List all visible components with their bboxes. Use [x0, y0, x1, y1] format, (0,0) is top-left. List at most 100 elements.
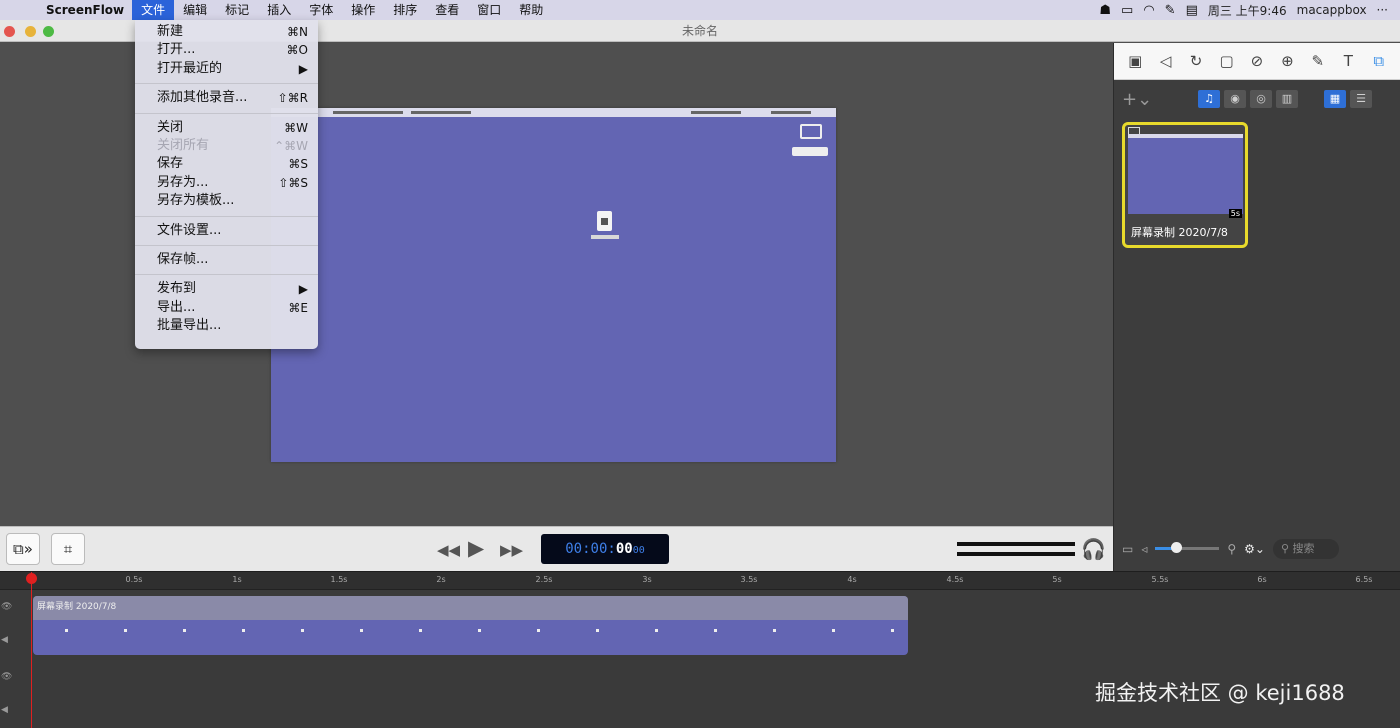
menu-window[interactable]: 窗口: [468, 0, 510, 20]
screen-icon[interactable]: ▭: [1122, 542, 1133, 556]
menu-item-publish[interactable]: 发布到 ▶: [135, 280, 318, 298]
inspector-panel: ▣ ◁ ↻ ▢ ⊘ ⊕ ✎ T ⧉ +⌄ ♫ ◉ ◎ ▥ ▦ ☰ 5s 屏幕录制…: [1113, 43, 1400, 526]
calendar-icon[interactable]: ▤: [1186, 3, 1198, 18]
media-library-icon[interactable]: ⧉: [1368, 52, 1390, 70]
add-media-button[interactable]: +⌄: [1122, 89, 1194, 110]
crop-button[interactable]: ⌗: [51, 533, 85, 565]
menu-item-save-frame[interactable]: 保存帧...: [135, 251, 318, 269]
tool-icon[interactable]: ✎: [1165, 3, 1176, 18]
clip-duration: 5s: [1228, 209, 1242, 218]
notification-filter-icon[interactable]: ♫: [1198, 90, 1220, 108]
menu-item-add-audio[interactable]: 添加其他录音... ⇧⌘R: [135, 89, 318, 107]
rewind-icon[interactable]: ◀◀: [437, 541, 460, 559]
cat-icon[interactable]: ☗: [1099, 3, 1111, 18]
clock[interactable]: 周三 上午9:46: [1208, 2, 1287, 19]
video-motion-icon[interactable]: ↻: [1185, 52, 1207, 70]
minimize-window-icon[interactable]: [25, 26, 36, 37]
close-window-icon[interactable]: [4, 26, 15, 37]
menu-item-open[interactable]: 打开... ⌘O: [135, 41, 318, 59]
submenu-arrow-icon: ▶: [298, 61, 308, 76]
preview-document-label: [591, 235, 619, 239]
wifi-icon[interactable]: ◠: [1143, 3, 1154, 18]
menu-mark[interactable]: 标记: [216, 0, 258, 20]
menu-item-export[interactable]: 导出... ⌘E: [135, 299, 318, 317]
gear-icon[interactable]: ⚙⌄: [1244, 542, 1265, 556]
menu-bar: ScreenFlow 文件 编辑 标记 插入 字体 操作 排序 查看 窗口 帮助…: [0, 0, 1400, 20]
timeline-clip[interactable]: 屏幕录制 2020/7/8: [33, 596, 908, 655]
shortcut: ⇧⌘R: [277, 91, 308, 106]
watermark: 掘金技术社区 @ keji1688: [1095, 681, 1345, 705]
headphones-icon[interactable]: 🎧: [1081, 537, 1106, 561]
menu-item-save-as-template[interactable]: 另存为模板...: [135, 192, 318, 210]
zoom-out-icon[interactable]: ◃: [1141, 542, 1147, 556]
app-name-menu[interactable]: ScreenFlow: [42, 3, 132, 17]
screen-recording-icon[interactable]: ▢: [1216, 52, 1238, 70]
callout-icon[interactable]: ⊘: [1246, 52, 1268, 70]
fast-forward-icon[interactable]: ▶▶: [500, 541, 523, 559]
menu-item-document-settings[interactable]: 文件设置...: [135, 222, 318, 240]
menu-font[interactable]: 字体: [300, 0, 342, 20]
zoom-slider[interactable]: [1155, 542, 1220, 553]
thumbnail-image: [1128, 134, 1243, 214]
window-title: 未命名: [681, 24, 718, 38]
library-subbar: +⌄ ♫ ◉ ◎ ▥ ▦ ☰: [1114, 80, 1400, 118]
search-input[interactable]: ⚲ 搜索: [1272, 538, 1339, 559]
menu-item-open-recent[interactable]: 打开最近的 ▶: [135, 60, 318, 78]
audio-meter-right: [957, 552, 1075, 556]
user-name[interactable]: macappbox: [1297, 3, 1367, 17]
shortcut: ⌘O: [286, 43, 308, 58]
shortcut: ⌘S: [288, 157, 308, 172]
recordings-filter-icon[interactable]: ◉: [1224, 90, 1246, 108]
menu-help[interactable]: 帮助: [510, 0, 552, 20]
shortcut: ⇧⌘S: [278, 175, 308, 190]
track-visibility-icon[interactable]: 👁: [1, 602, 12, 612]
shortcut: ⌘N: [287, 25, 308, 39]
menu-view[interactable]: 查看: [426, 0, 468, 20]
touch-callout-icon[interactable]: ⊕: [1276, 52, 1298, 70]
zoom-in-icon[interactable]: ⚲: [1227, 542, 1236, 556]
play-icon[interactable]: ▶: [468, 536, 484, 560]
track-audio-icon[interactable]: ◀: [1, 705, 8, 715]
zoom-window-icon[interactable]: [43, 26, 54, 37]
menu-insert[interactable]: 插入: [258, 0, 300, 20]
grid-view-icon[interactable]: ▦: [1324, 90, 1346, 108]
camera-icon[interactable]: ▭: [1121, 3, 1133, 18]
menu-item-batch-export[interactable]: 批量导出...: [135, 317, 318, 335]
slider-knob[interactable]: [1170, 542, 1182, 553]
submenu-arrow-icon: ▶: [298, 282, 308, 297]
video-preview[interactable]: [271, 108, 836, 462]
track-visibility-icon[interactable]: 👁: [1, 672, 12, 682]
snap-toggle-button[interactable]: ⧉»: [6, 533, 40, 565]
clip-caption: 屏幕录制 2020/7/8: [1131, 226, 1228, 239]
menu-item-close-all: 关闭所有 ⌃⌘W: [135, 137, 318, 155]
menu-action[interactable]: 操作: [342, 0, 384, 20]
menu-separator: [135, 274, 318, 276]
list-view-icon[interactable]: ☰: [1350, 90, 1372, 108]
file-menu-dropdown: 新建 ⌘N 打开... ⌘O 打开最近的 ▶ 添加其他录音... ⇧⌘R 关闭 ⌘W 关闭…: [135, 20, 318, 349]
status-area: ☗ ▭ ◠ ✎ ▤ 周三 上午9:46 macappbox ···: [1099, 2, 1400, 19]
audio-properties-icon[interactable]: ◁: [1155, 52, 1177, 70]
menu-item-save-as[interactable]: 另存为... ⇧⌘S: [135, 174, 318, 192]
menu-file[interactable]: 文件: [132, 0, 175, 20]
audio-filter-icon[interactable]: ◎: [1250, 90, 1272, 108]
annotation-icon[interactable]: ✎: [1307, 52, 1329, 70]
menu-edit[interactable]: 编辑: [174, 0, 216, 20]
more-icon[interactable]: ···: [1377, 3, 1388, 17]
preview-drive-label: [792, 147, 828, 156]
menu-item-save[interactable]: 保存 ⌘S: [135, 155, 318, 173]
time-ruler[interactable]: 0.5s 1s 1.5s 2s 2.5s 3s 3.5s 4s 4.5s 5s …: [0, 572, 1400, 590]
menu-arrange[interactable]: 排序: [384, 0, 426, 20]
menu-item-close[interactable]: 关闭 ⌘W: [135, 119, 318, 137]
track-audio-icon[interactable]: ◀: [1, 635, 8, 645]
menu-separator: [135, 83, 318, 85]
media-clip-thumbnail[interactable]: 5s 屏幕录制 2020/7/8: [1122, 122, 1248, 248]
preview-menubar: [271, 108, 836, 117]
playhead[interactable]: [26, 572, 37, 728]
clip-title: 屏幕录制 2020/7/8: [33, 596, 908, 620]
preview-document-icon: [597, 211, 612, 231]
menu-item-new[interactable]: 新建 ⌘N: [135, 23, 318, 41]
images-filter-icon[interactable]: ▥: [1276, 90, 1298, 108]
text-icon[interactable]: T: [1337, 52, 1359, 70]
video-properties-icon[interactable]: ▣: [1124, 52, 1146, 70]
crop-icon: ⌗: [63, 540, 73, 558]
